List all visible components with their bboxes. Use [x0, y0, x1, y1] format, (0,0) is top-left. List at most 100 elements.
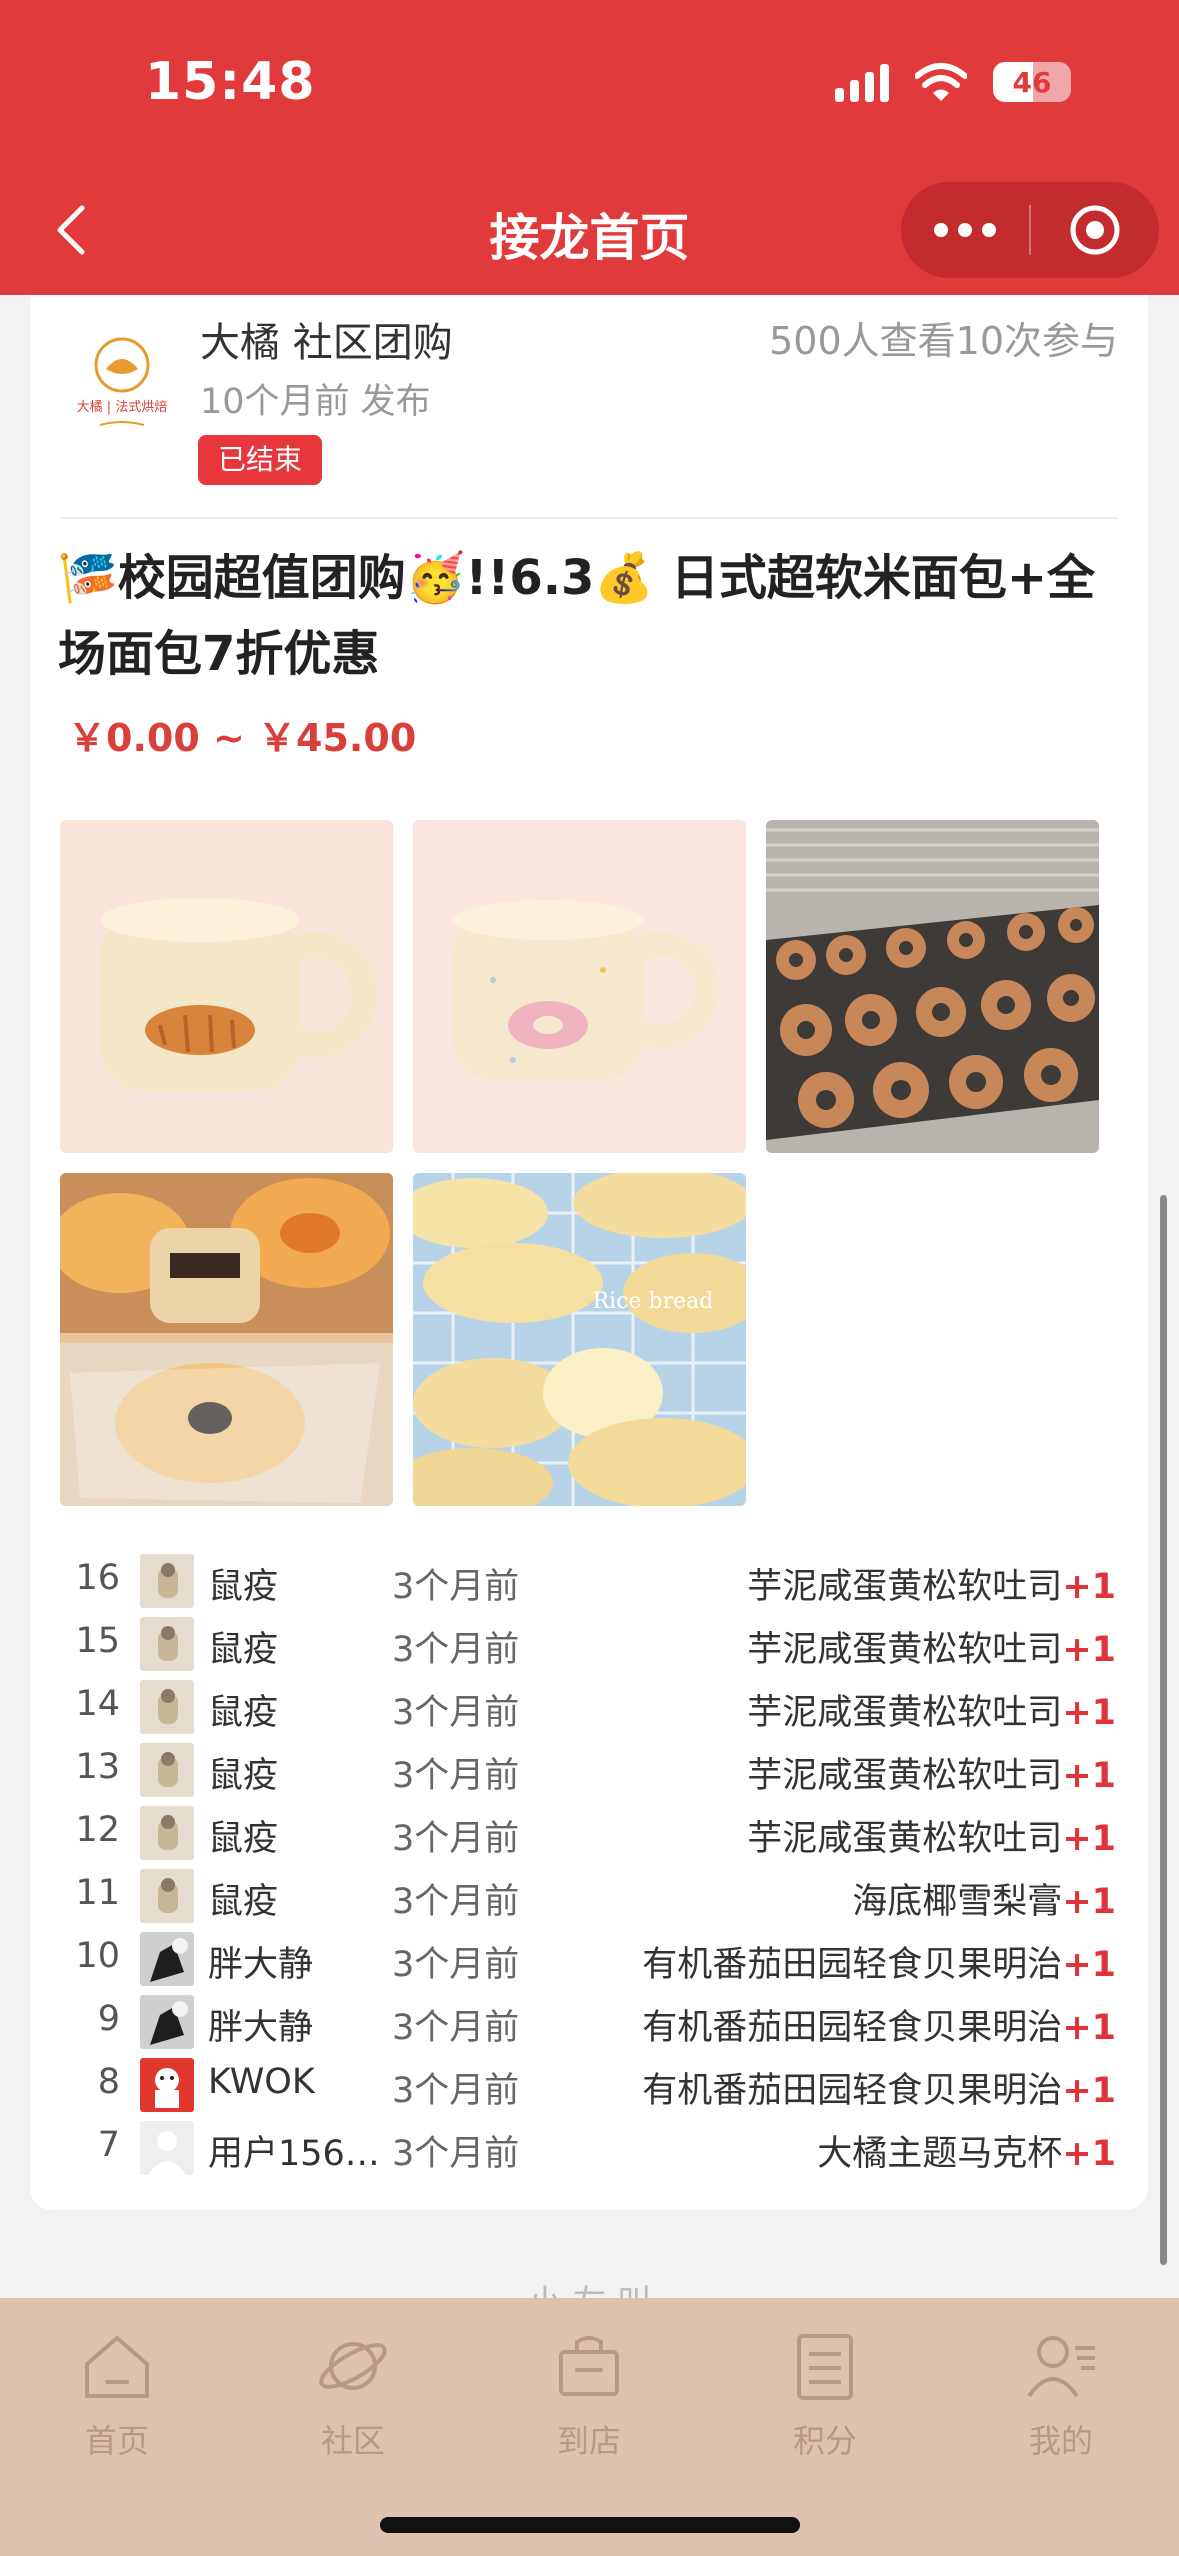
price-range: ￥0.00 ~ ￥45.00: [68, 716, 417, 760]
list-item[interactable]: 14 鼠疫 3个月前 芋泥咸蛋黄松软吐司+1: [60, 1676, 1148, 1739]
mini-program-capsule: [901, 182, 1159, 278]
item-name: 有机番茄田园轻食贝果明治: [642, 2008, 1063, 2048]
participant-name: KWOK: [208, 2062, 315, 2102]
product-photo[interactable]: [60, 820, 393, 1153]
participant-name: 鼠疫: [208, 1756, 279, 1796]
list-item[interactable]: 7 用户156… 3个月前 大橘主题马克杯+1: [60, 2117, 1148, 2180]
avatar: [140, 1743, 194, 1797]
list-icon: [797, 2334, 853, 2400]
participant-time: 3个月前: [392, 1756, 520, 1796]
image-watermark: Rice bread: [593, 1289, 714, 1314]
participant-name: 鼠疫: [208, 1693, 279, 1733]
product-photo[interactable]: [60, 1173, 393, 1506]
participant-name: 用户156…: [208, 2134, 380, 2174]
scrollbar[interactable]: [1160, 1195, 1167, 2265]
plus-count: +1: [1062, 1693, 1116, 1733]
avatar: [140, 1932, 194, 1986]
plus-count: +1: [1062, 1756, 1116, 1796]
item-name: 芋泥咸蛋黄松软吐司: [747, 1630, 1063, 1670]
plus-count: +1: [1062, 1882, 1116, 1922]
product-photo[interactable]: Rice bread: [413, 1173, 746, 1506]
tab-label: 社区: [320, 2422, 385, 2460]
avatar: [140, 1680, 194, 1734]
status-badge: 已结束: [198, 435, 323, 485]
tab-label: 积分: [792, 2422, 857, 2460]
battery-level: 46: [1012, 65, 1052, 99]
list-item[interactable]: 16 鼠疫 3个月前 芋泥咸蛋黄松软吐司+1: [60, 1550, 1148, 1613]
participant-time: 3个月前: [392, 1693, 520, 1733]
product-photo[interactable]: [413, 820, 746, 1153]
tab-store[interactable]: 到店: [489, 2326, 689, 2462]
author-name[interactable]: 大橘 社区团购: [200, 310, 453, 368]
tab-community[interactable]: 社区: [253, 2326, 453, 2462]
tab-home[interactable]: 首页: [17, 2326, 217, 2462]
home-indicator[interactable]: [380, 2517, 800, 2533]
user-icon: [1027, 2336, 1095, 2398]
status-icons: 46: [835, 62, 1071, 102]
tab-label: 首页: [84, 2422, 149, 2460]
participant-time: 3个月前: [392, 1630, 520, 1670]
tab-label: 我的: [1028, 2422, 1093, 2460]
post-time: 10个月前 发布: [200, 382, 431, 422]
post-card: 大橘 | 法式烘焙 大橘 社区团购 500人查看10次参与 10个月前 发布 已…: [30, 295, 1148, 2210]
tab-mine[interactable]: 我的: [961, 2326, 1161, 2462]
participant-time: 3个月前: [392, 2071, 520, 2111]
plus-count: +1: [1062, 1630, 1116, 1670]
list-item[interactable]: 10 胖大静 3个月前 有机番茄田园轻食贝果明治+1: [60, 1928, 1148, 1991]
more-icon[interactable]: [901, 223, 1029, 237]
status-bar: 15:48 46: [0, 0, 1179, 170]
divider: [60, 517, 1118, 519]
list-item[interactable]: 13 鼠疫 3个月前 芋泥咸蛋黄松软吐司+1: [60, 1739, 1148, 1802]
list-item[interactable]: 15 鼠疫 3个月前 芋泥咸蛋黄松软吐司+1: [60, 1613, 1148, 1676]
plus-count: +1: [1062, 1819, 1116, 1859]
item-name: 芋泥咸蛋黄松软吐司: [747, 1819, 1063, 1859]
battery-icon: 46: [993, 62, 1071, 102]
participant-name: 鼠疫: [208, 1630, 279, 1670]
view-stats: 500人查看10次参与: [769, 319, 1118, 363]
post-title: 🎏校园超值团购🥳!!6.3💰 日式超软米面包+全场面包7折优惠: [58, 550, 1096, 682]
item-name: 海底椰雪梨膏: [852, 1882, 1063, 1922]
item-name: 大橘主题马克杯: [817, 2134, 1063, 2174]
participant-time: 3个月前: [392, 1819, 520, 1859]
avatar: [140, 2058, 194, 2112]
participant-time: 3个月前: [392, 2008, 520, 2048]
avatar: [140, 1617, 194, 1671]
plus-count: +1: [1062, 2008, 1116, 2048]
participant-name: 胖大静: [208, 1945, 314, 1985]
signal-icon: [835, 62, 889, 102]
participant-name: 鼠疫: [208, 1882, 279, 1922]
item-name: 芋泥咸蛋黄松软吐司: [747, 1693, 1063, 1733]
participant-time: 3个月前: [392, 2134, 520, 2174]
product-photo[interactable]: [766, 820, 1099, 1153]
shopping-bag-icon: [559, 2336, 619, 2396]
plus-count: +1: [1062, 2071, 1116, 2111]
participant-list: 16 鼠疫 3个月前 芋泥咸蛋黄松软吐司+1 15 鼠疫 3个月前 芋泥咸蛋黄松…: [60, 1550, 1148, 2180]
participant-name: 鼠疫: [208, 1819, 279, 1859]
participant-name: 胖大静: [208, 2008, 314, 2048]
store-logo: 大橘 | 法式烘焙: [62, 325, 182, 445]
tab-label: 到店: [556, 2422, 621, 2460]
close-target-icon[interactable]: [1031, 204, 1159, 256]
avatar: [140, 2121, 194, 2175]
item-name: 有机番茄田园轻食贝果明治: [642, 1945, 1063, 1985]
plus-count: +1: [1062, 1567, 1116, 1607]
item-name: 芋泥咸蛋黄松软吐司: [747, 1567, 1063, 1607]
wifi-icon: [915, 63, 967, 101]
tab-points[interactable]: 积分: [725, 2326, 925, 2462]
status-time: 15:48: [145, 52, 316, 112]
avatar: [140, 1869, 194, 1923]
list-item[interactable]: 11 鼠疫 3个月前 海底椰雪梨膏+1: [60, 1865, 1148, 1928]
list-item[interactable]: 12 鼠疫 3个月前 芋泥咸蛋黄松软吐司+1: [60, 1802, 1148, 1865]
participant-time: 3个月前: [392, 1882, 520, 1922]
participant-name: 鼠疫: [208, 1567, 279, 1607]
home-icon: [85, 2336, 149, 2398]
item-name: 芋泥咸蛋黄松软吐司: [747, 1756, 1063, 1796]
plus-count: +1: [1062, 1945, 1116, 1985]
nav-bar: 接龙首页: [0, 170, 1179, 295]
list-item[interactable]: 8 KWOK 3个月前 有机番茄田园轻食贝果明治+1: [60, 2054, 1148, 2117]
participant-time: 3个月前: [392, 1567, 520, 1607]
item-name: 有机番茄田园轻食贝果明治: [642, 2071, 1063, 2111]
plus-count: +1: [1062, 2134, 1116, 2174]
list-item[interactable]: 9 胖大静 3个月前 有机番茄田园轻食贝果明治+1: [60, 1991, 1148, 2054]
planet-icon: [319, 2342, 387, 2390]
